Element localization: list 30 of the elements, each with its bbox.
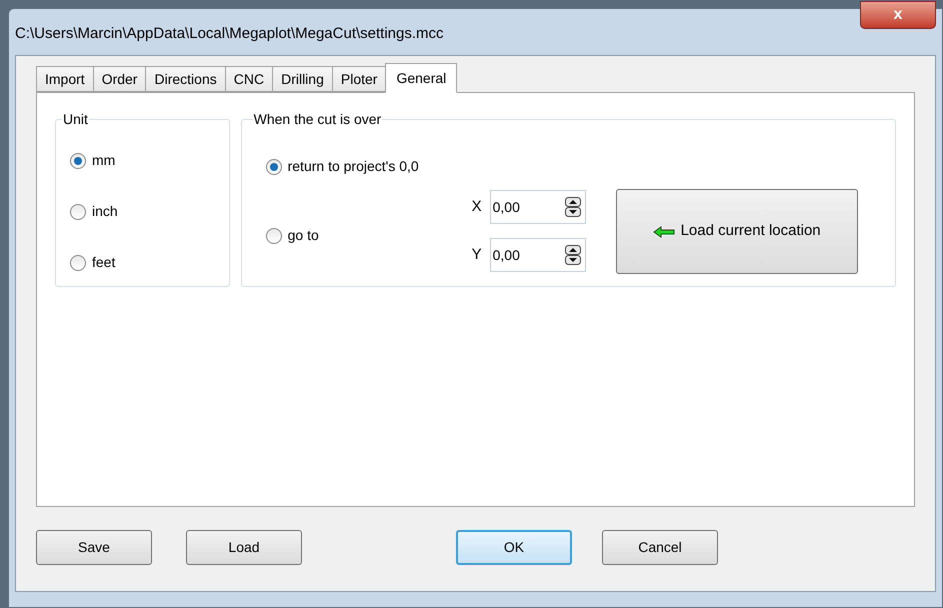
radio-button[interactable] — [70, 204, 86, 220]
radio-label[interactable]: go to — [288, 225, 319, 246]
tab[interactable]: General — [385, 63, 458, 93]
arrow-icon — [652, 226, 675, 238]
field-label: X — [472, 196, 483, 217]
radio-button[interactable] — [70, 152, 86, 168]
radio-label[interactable]: feet — [92, 252, 116, 273]
tab[interactable]: Import — [36, 66, 94, 92]
dialog-button[interactable]: OK — [456, 530, 572, 564]
dialog-button[interactable]: Cancel — [602, 530, 718, 564]
tab[interactable]: Ploter — [332, 66, 386, 92]
number-field[interactable]: 0,00 — [490, 190, 586, 224]
field-label: Y — [472, 244, 483, 265]
tab[interactable]: Directions — [145, 66, 226, 92]
spinner-icon[interactable] — [564, 197, 581, 217]
tab[interactable]: Order — [92, 66, 146, 92]
tab[interactable]: Drilling — [272, 66, 333, 92]
radio-button[interactable] — [266, 158, 282, 174]
number-field[interactable]: 0,00 — [490, 238, 586, 272]
spinner-icon[interactable] — [564, 245, 581, 265]
dialog-button[interactable]: Load — [186, 530, 302, 564]
radio-label[interactable]: mm — [92, 150, 116, 171]
window-title: C:\Users\Marcin\AppData\Local\Megaplot\MegaCut\settings.mcc — [15, 24, 444, 44]
radio-button[interactable] — [266, 228, 282, 244]
radio-label[interactable]: inch — [92, 201, 118, 222]
tab[interactable]: CNC — [224, 66, 274, 92]
dialog-button[interactable]: Save — [36, 530, 152, 564]
radio-button[interactable] — [70, 254, 86, 270]
load-location-button[interactable]: Load current location — [616, 189, 858, 274]
radio-label[interactable]: return to project's 0,0 — [288, 156, 419, 177]
